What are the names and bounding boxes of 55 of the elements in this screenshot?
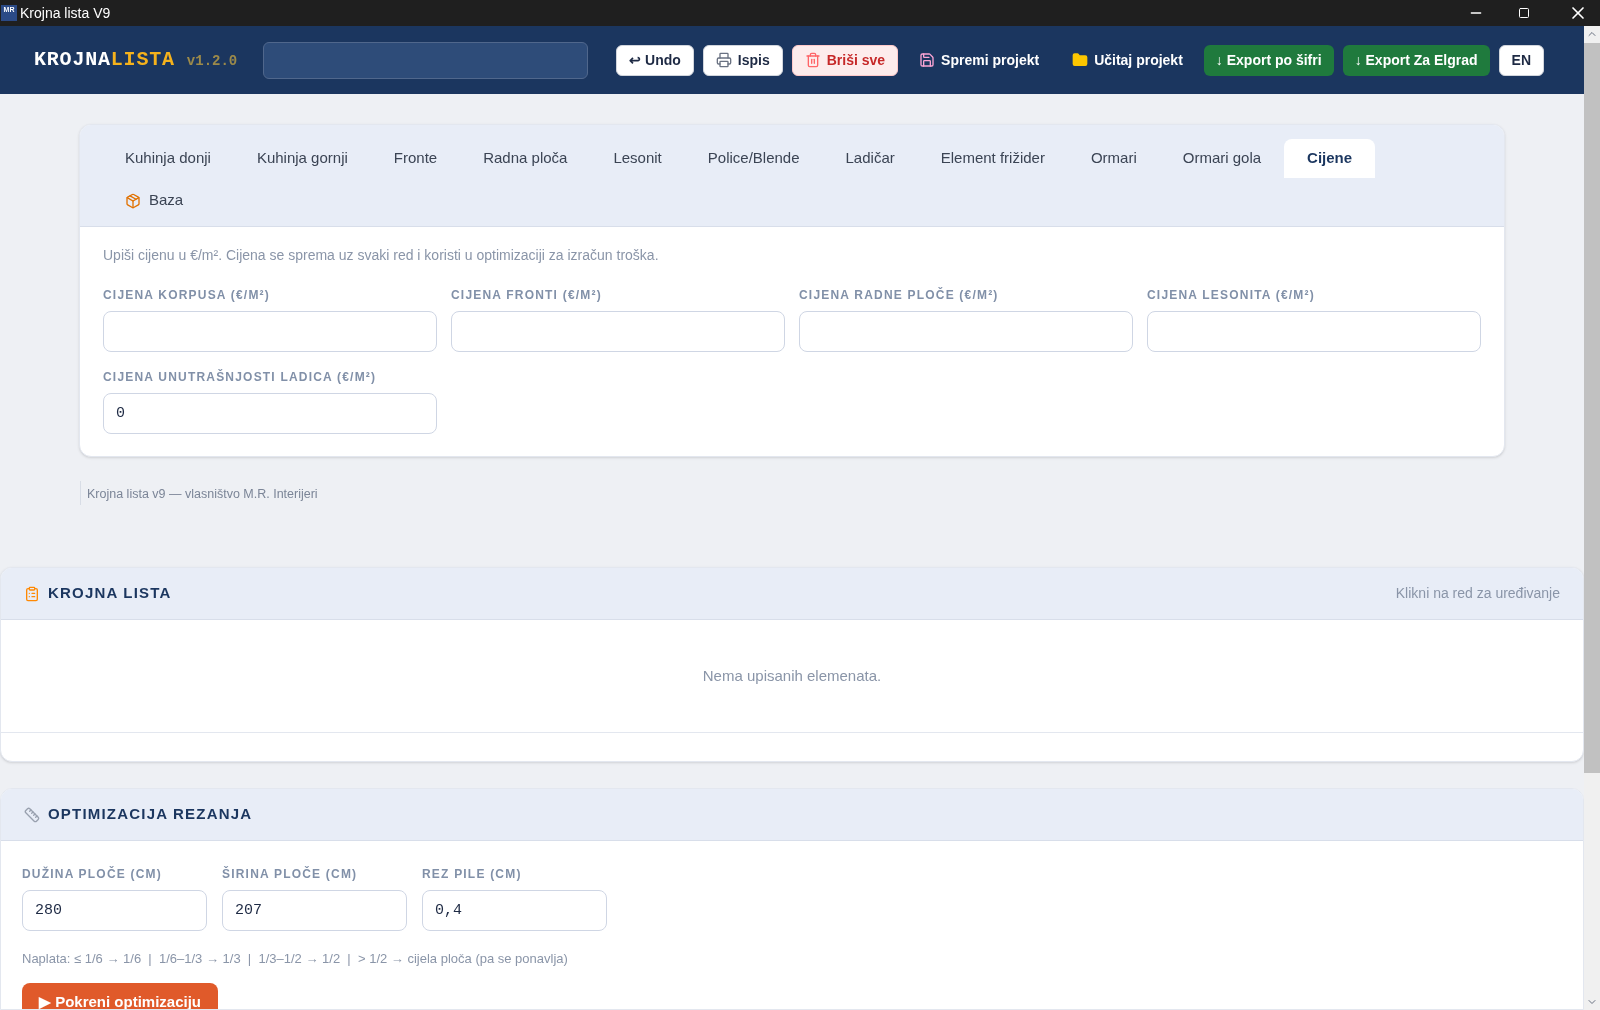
scrollbar[interactable] [1584, 26, 1600, 1010]
toolbar-button[interactable]: Ispis [702, 44, 783, 76]
tab[interactable]: Ladičar [822, 139, 918, 178]
field-label: CIJENA FRONTI (€/M²) [451, 287, 603, 304]
field-label: REZ PILE (CM) [422, 866, 523, 883]
input-field[interactable]: 280 [22, 890, 207, 931]
window-title: Krojna lista V9 [20, 3, 111, 23]
tab[interactable]: Ormari [1067, 139, 1160, 178]
hint-text: Klikni na red za uređivanje [1395, 584, 1560, 603]
hint-text: Upiši cijenu u €/m². Cijena se sprema uz svaki red i koristi u optimizaciji za izračun troška. [103, 246, 660, 265]
input-field[interactable] [1147, 311, 1481, 352]
input-field[interactable] [799, 311, 1133, 352]
input-field[interactable]: 0,4 [422, 890, 607, 931]
section-title: KROJNA LISTA [48, 583, 172, 604]
tab[interactable]: Fronte [370, 139, 461, 178]
tab[interactable]: Police/Blende [684, 139, 823, 178]
empty-message: Nema upisanih elemenata. [702, 665, 882, 686]
toolbar-button[interactable]: Učitaj projekt [1060, 44, 1195, 76]
billing-note: Naplata: ≤ 1/6 → 1/6 | 1/6–1/3 → 1/3 | 1/3–1/2 → 1/2 | > 1/2 → cijela ploča (pa se ponavlja) [22, 950, 569, 968]
tab[interactable]: Ormari gola [1159, 139, 1285, 178]
folder-icon [1072, 52, 1089, 68]
footer-text: Krojna lista v9 — vlasništvo M.R. Interijeri [87, 487, 318, 501]
field-label: CIJENA RADNE PLOČE (€/M²) [799, 286, 1000, 304]
input-field[interactable]: 0 [103, 393, 437, 434]
tab[interactable]: Kuhinja gornji [233, 139, 371, 178]
trash-icon [804, 52, 821, 68]
tab[interactable]: Kuhinja donji [102, 139, 234, 178]
tab[interactable]: Element frižider [917, 139, 1068, 178]
clipboard-icon [24, 585, 40, 602]
ruler-icon [24, 806, 40, 823]
maximize-icon[interactable] [1518, 7, 1530, 19]
toolbar-button[interactable]: Spremi projekt [907, 44, 1052, 76]
field-label: ŠIRINA PLOČE (CM) [222, 865, 359, 883]
toolbar-button[interactable]: ↓ Export Za Elgrad [1342, 44, 1490, 76]
field-label: DUŽINA PLOČE (CM) [22, 865, 163, 883]
tab[interactable]: Cijene [1284, 139, 1376, 178]
field-label: CIJENA KORPUSA (€/M²) [103, 287, 271, 304]
app-logo: KROJNALISTA v1.2.0 [34, 47, 239, 73]
section-title: OPTIMIZACIJA REZANJA [48, 804, 253, 825]
save-icon [919, 52, 936, 68]
tab[interactable]: Baza [102, 181, 207, 220]
package-icon [125, 192, 141, 209]
input-field[interactable] [103, 311, 437, 352]
input-field[interactable]: 207 [222, 890, 407, 931]
printer-icon [715, 52, 732, 68]
toolbar-button[interactable]: Briši sve [791, 44, 899, 76]
toolbar-button[interactable]: EN [1498, 44, 1544, 76]
input-field[interactable] [451, 311, 785, 352]
search-field[interactable] [262, 41, 589, 79]
toolbar-button[interactable]: ↩ Undo [616, 44, 694, 76]
tab[interactable]: Radna ploča [460, 139, 591, 178]
field-label: CIJENA UNUTRAŠNJOSTI LADICA (€/M²) [103, 368, 378, 386]
toolbar-button[interactable]: ↓ Export po šifri [1203, 44, 1334, 76]
tab[interactable]: Lesonit [590, 139, 685, 178]
field-label: CIJENA LESONITA (€/M²) [1147, 287, 1316, 304]
